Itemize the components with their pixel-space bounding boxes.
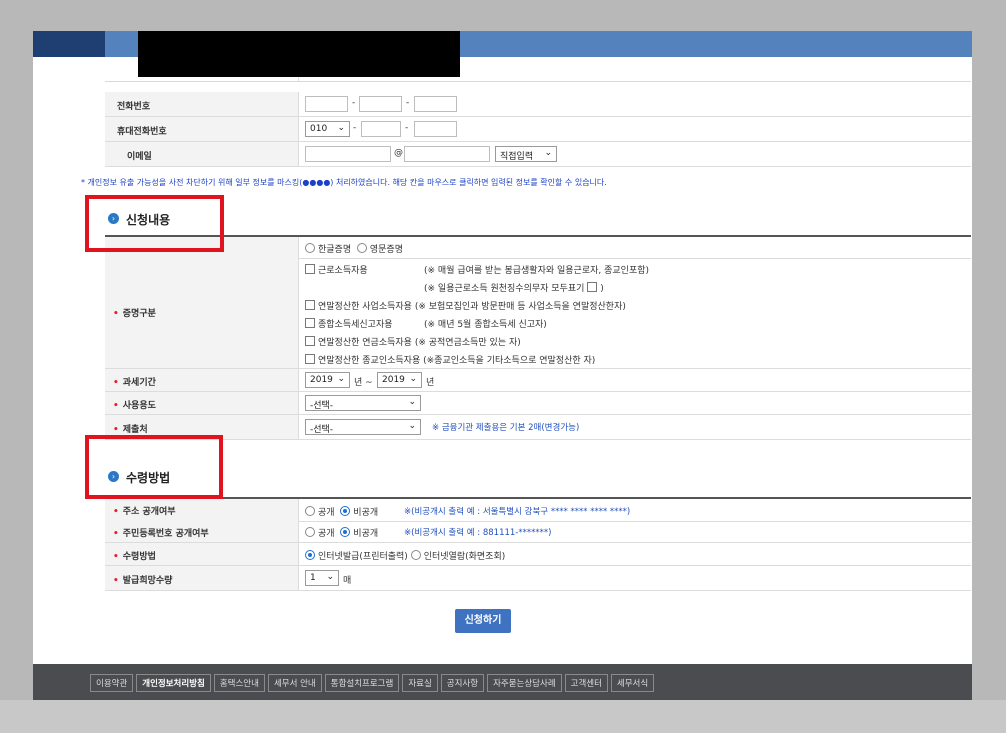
footer-link-faq[interactable]: 자주묻는상담사례 xyxy=(487,674,562,692)
quantity-row: • 발급희망수량 1 ⌄ 매 xyxy=(105,566,971,591)
footer-link-install[interactable]: 통합설치프로그램 xyxy=(324,674,400,692)
checkbox[interactable] xyxy=(305,264,315,274)
submit-to-row: • 제출처 -선택- ⌄ ※ 금융기관 제출용은 기본 2매(변경가능) xyxy=(105,415,971,440)
cert-type-label: • 증명구분 xyxy=(113,309,156,319)
tax-year-from-select[interactable]: 2019 ⌄ xyxy=(305,372,350,388)
tax-period-label: • 과세기간 xyxy=(113,378,156,388)
cert-option-pension[interactable]: 연말정산한 연금소득자용 (※ 공적연금소득만 있는 자) xyxy=(305,335,521,348)
cert-option-earned[interactable]: 근로소득자용 xyxy=(305,263,368,276)
phone-part1-input[interactable] xyxy=(305,96,348,112)
chevron-down-icon: ⌄ xyxy=(544,148,552,158)
radio-method-view[interactable] xyxy=(410,550,421,560)
radio-korean[interactable] xyxy=(305,243,315,253)
footer-link-privacy[interactable]: 개인정보처리방침 xyxy=(136,674,211,692)
mobile-part2-input[interactable] xyxy=(361,121,401,137)
phone-row: 전화번호 - - xyxy=(105,92,971,117)
highlight-box-receive xyxy=(85,435,223,499)
mobile-label: 휴대전화번호 xyxy=(117,127,167,137)
browser-page: 전화번호 - - 휴대전화번호 010 ⌄ - - 이메일 @ 직접입력 ⌄ * 개… xyxy=(33,31,972,700)
footer-link-notice[interactable]: 공지사항 xyxy=(440,674,485,692)
bottom-shade xyxy=(0,700,1006,733)
radio-method-print[interactable] xyxy=(305,550,315,560)
checkbox[interactable] xyxy=(305,300,315,310)
cert-option-religious[interactable]: 연말정산한 종교인소득자용 (※종교인소득을 기타소득으로 연말정산한 자) xyxy=(305,353,595,366)
email-row: 이메일 @ 직접입력 ⌄ xyxy=(105,142,971,167)
address-disclosure-row: • 주소 공개여부 공개 비공개 ※(비공개시 출력 예 : 서울특별시 강북구 … xyxy=(105,497,971,522)
quantity-label: • 발급희망수량 xyxy=(113,576,173,586)
chevron-down-icon: ⌄ xyxy=(337,374,345,384)
email-label: 이메일 xyxy=(127,152,152,162)
submit-button[interactable]: 신청하기 xyxy=(455,609,511,633)
footer-link-library[interactable]: 자료실 xyxy=(402,674,438,692)
chevron-down-icon: ⌄ xyxy=(337,123,345,133)
email-id-input[interactable] xyxy=(305,146,391,162)
cert-option-comprehensive[interactable]: 종합소득세신고자용 xyxy=(305,317,393,330)
cert-language-row: 한글증명 영문증명 xyxy=(105,235,971,259)
privacy-notice: * 개인정보 유출 가능성을 사전 차단하기 위해 일부 정보를 마스킹(●●●… xyxy=(81,178,607,187)
usage-select[interactable]: -선택- ⌄ xyxy=(305,395,421,411)
footer-link-tax-office[interactable]: 세무서 안내 xyxy=(267,674,322,692)
email-domain-input[interactable] xyxy=(404,146,490,162)
radio-english[interactable] xyxy=(356,243,367,253)
radio-rrn-public[interactable] xyxy=(305,527,315,537)
rrn-disclosure-row: • 주민등록번호 공개여부 공개 비공개 ※(비공개시 출력 예 : 881111… xyxy=(105,520,971,543)
footer: 이용약관 개인정보처리방침 홈택스안내 세무서 안내 통합설치프로그램 자료실 … xyxy=(33,664,972,700)
checkbox[interactable] xyxy=(305,336,315,346)
phone-part2-input[interactable] xyxy=(359,96,402,112)
receive-method-label: • 수령방법 xyxy=(113,552,156,562)
usage-row: • 사용용도 -선택- ⌄ xyxy=(105,392,971,415)
highlight-box-request xyxy=(85,195,224,252)
mobile-row: 휴대전화번호 010 ⌄ - - xyxy=(105,117,971,142)
redaction-block xyxy=(138,31,460,77)
footer-link-tax-forms[interactable]: 세무서식 xyxy=(610,674,655,692)
receive-method-row: • 수령방법 인터넷발급(프린터출력) 인터넷열람(화면조회) xyxy=(105,543,971,566)
quantity-select[interactable]: 1 ⌄ xyxy=(305,570,339,586)
checkbox-daily-worker[interactable] xyxy=(587,282,598,292)
mobile-part3-input[interactable] xyxy=(414,121,457,137)
footer-link-terms[interactable]: 이용약관 xyxy=(90,674,134,692)
rrn-disclosure-label: • 주민등록번호 공개여부 xyxy=(113,529,209,539)
phone-part3-input[interactable] xyxy=(414,96,457,112)
mobile-prefix-select[interactable]: 010 ⌄ xyxy=(305,121,350,137)
usage-label: • 사용용도 xyxy=(113,401,156,411)
tax-period-row: • 과세기간 2019 ⌄ 년 ~ 2019 ⌄ 년 xyxy=(105,369,971,392)
radio-address-private[interactable] xyxy=(340,506,351,516)
checkbox[interactable] xyxy=(305,318,315,328)
footer-link-hometax[interactable]: 홈택스안내 xyxy=(213,674,265,692)
chevron-down-icon: ⌄ xyxy=(408,421,416,431)
checkbox[interactable] xyxy=(305,354,315,364)
submit-to-select[interactable]: -선택- ⌄ xyxy=(305,419,421,435)
address-disclosure-label: • 주소 공개여부 xyxy=(113,507,176,517)
chevron-down-icon: ⌄ xyxy=(326,572,334,582)
email-domain-select[interactable]: 직접입력 ⌄ xyxy=(495,146,557,162)
submit-to-label: • 제출처 xyxy=(113,425,148,435)
footer-link-customer-center[interactable]: 고객센터 xyxy=(564,674,608,692)
phone-label: 전화번호 xyxy=(117,102,151,112)
submit-to-note: ※ 금융기관 제출용은 기본 2매(변경가능) xyxy=(432,423,580,433)
chevron-down-icon: ⌄ xyxy=(408,397,416,407)
radio-rrn-private[interactable] xyxy=(340,527,351,537)
radio-address-public[interactable] xyxy=(305,506,315,516)
tax-year-to-select[interactable]: 2019 ⌄ xyxy=(377,372,422,388)
top-banner-left xyxy=(33,31,105,57)
chevron-down-icon: ⌄ xyxy=(409,374,417,384)
cert-option-business[interactable]: 연말정산한 사업소득자용 (※ 보험모집인과 방문판매 등 사업소득을 연말정산… xyxy=(305,299,626,312)
cert-type-row: • 증명구분 근로소득자용 (※ 매월 급여를 받는 봉급생활자와 일용근로자, … xyxy=(105,257,971,369)
